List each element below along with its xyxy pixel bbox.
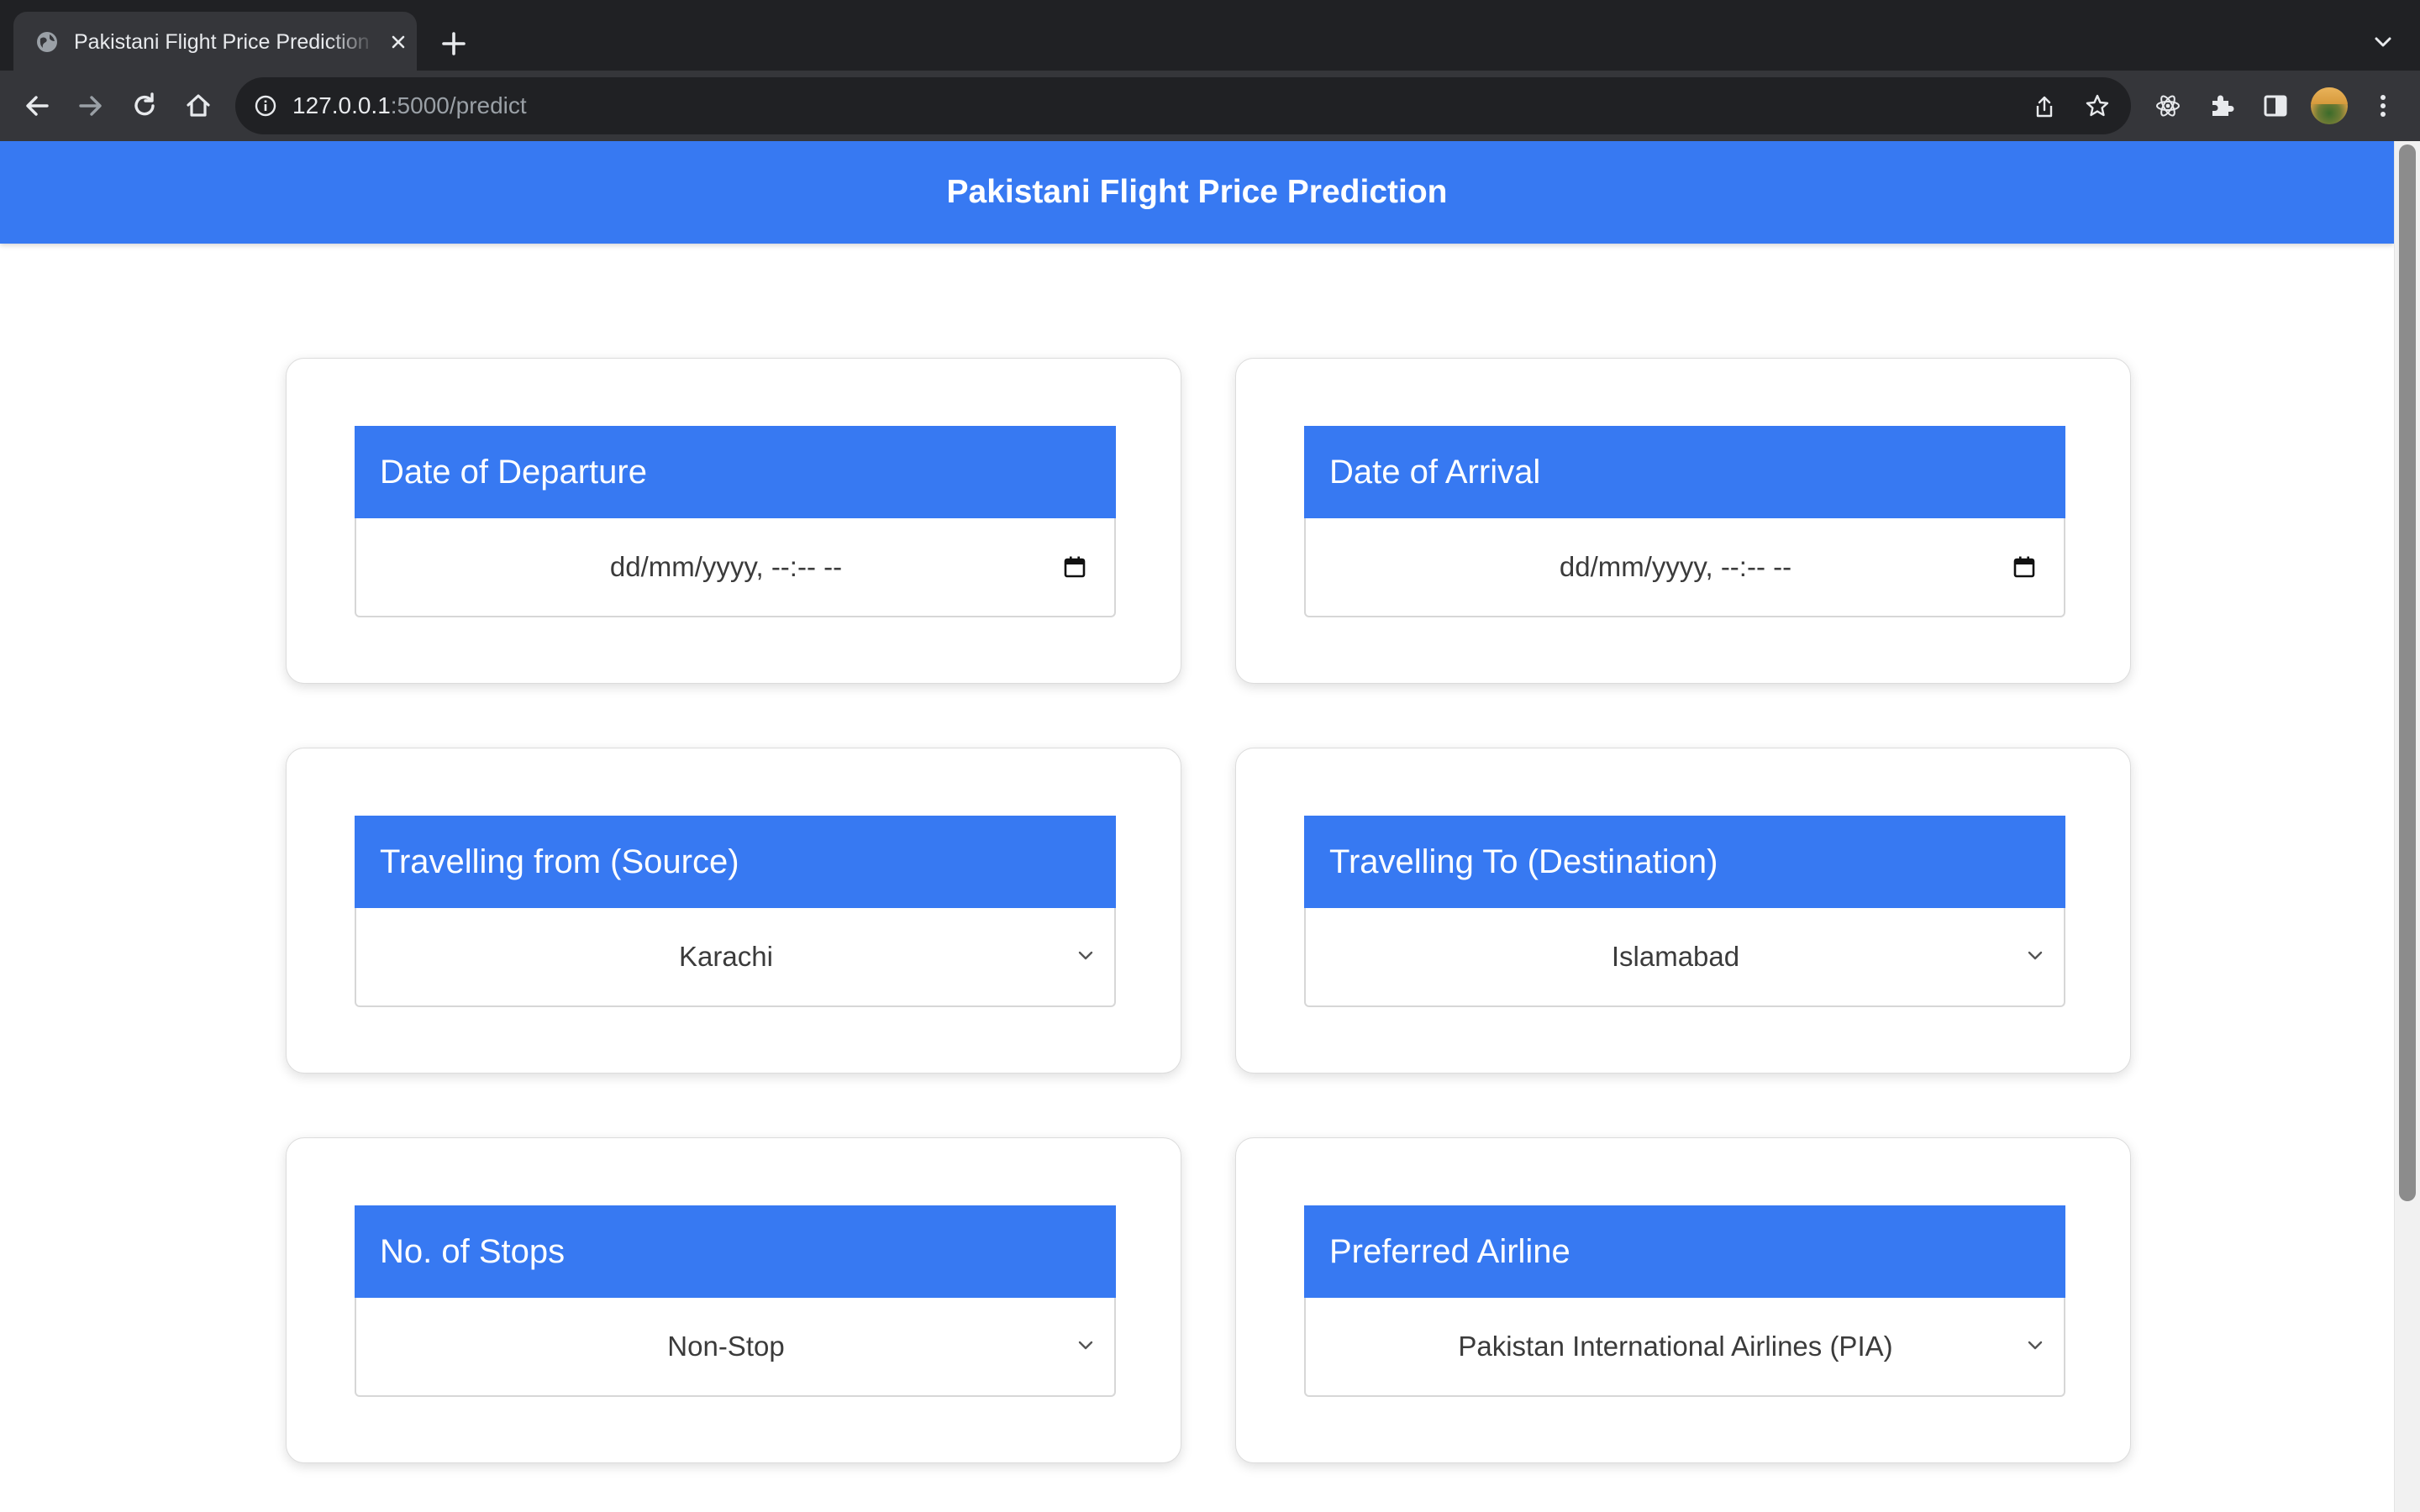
bookmark-star-icon[interactable] [2084,92,2111,119]
more-menu-icon[interactable] [2365,87,2402,124]
airline-value: Pakistan International Airlines (PIA) [1458,1331,1893,1362]
address-bar[interactable]: 127.0.0.1:5000/predict [235,77,2131,134]
arrival-label: Date of Arrival [1304,426,2065,518]
arrival-value: dd/mm/yyyy, --:-- -- [1559,551,1792,582]
chevron-down-icon [1078,951,1093,960]
close-icon[interactable] [387,30,410,54]
home-icon[interactable] [180,87,217,124]
departure-card: Date of Departure dd/mm/yyyy, --:-- -- [286,358,1181,684]
arrival-card: Date of Arrival dd/mm/yyyy, --:-- -- [1235,358,2131,684]
calendar-icon[interactable] [1062,554,1087,580]
profile-avatar[interactable] [2311,87,2348,124]
url-text[interactable]: 127.0.0.1:5000/predict [292,91,527,121]
chevron-down-icon[interactable] [2368,27,2398,57]
forward-icon[interactable] [72,87,109,124]
destination-card: Travelling To (Destination) Islamabad [1235,748,2131,1074]
globe-icon [37,32,57,52]
reload-icon[interactable] [126,87,163,124]
url-path: :5000/predict [390,92,527,118]
stops-value: Non-Stop [667,1331,785,1362]
stops-label: No. of Stops [355,1205,1116,1298]
back-icon[interactable] [18,87,55,124]
departure-datetime-input[interactable]: dd/mm/yyyy, --:-- -- [355,518,1116,617]
tab-title: Pakistani Flight Price Prediction [74,30,370,54]
destination-value: Islamabad [1611,941,1740,972]
stops-select[interactable]: Non-Stop [355,1298,1116,1397]
calendar-icon[interactable] [2012,554,2037,580]
extensions-puzzle-icon[interactable] [2203,87,2240,124]
new-tab-icon[interactable] [437,27,471,60]
airline-card: Preferred Airline Pakistan International… [1235,1137,2131,1463]
airline-select[interactable]: Pakistan International Airlines (PIA) [1304,1298,2065,1397]
react-devtools-icon[interactable] [2149,87,2186,124]
source-label: Travelling from (Source) [355,816,1116,908]
page-title: Pakistani Flight Price Prediction [946,174,1448,210]
destination-label: Travelling To (Destination) [1304,816,2065,908]
browser-toolbar: 127.0.0.1:5000/predict [0,71,2420,141]
share-icon[interactable] [2032,94,2057,119]
navbar: Pakistani Flight Price Prediction [0,141,2394,244]
source-card: Travelling from (Source) Karachi [286,748,1181,1074]
chevron-down-icon [2028,1341,2043,1350]
chevron-down-icon [2028,951,2043,960]
stops-card: No. of Stops Non-Stop [286,1137,1181,1463]
info-icon[interactable] [254,94,277,118]
side-panel-icon[interactable] [2257,87,2294,124]
browser-tab-strip: Pakistani Flight Price Prediction [0,0,2420,71]
url-host: 127.0.0.1 [292,92,391,118]
browser-tab[interactable]: Pakistani Flight Price Prediction [13,12,417,71]
page-scrollbar[interactable] [2394,141,2420,1512]
arrival-datetime-input[interactable]: dd/mm/yyyy, --:-- -- [1304,518,2065,617]
departure-label: Date of Departure [355,426,1116,518]
destination-select[interactable]: Islamabad [1304,908,2065,1007]
chevron-down-icon [1078,1341,1093,1350]
scrollbar-thumb[interactable] [2399,144,2416,1201]
page-viewport: Pakistani Flight Price Prediction Date o… [0,141,2420,1512]
departure-value: dd/mm/yyyy, --:-- -- [609,551,843,582]
source-select[interactable]: Karachi [355,908,1116,1007]
source-value: Karachi [679,941,773,972]
airline-label: Preferred Airline [1304,1205,2065,1298]
